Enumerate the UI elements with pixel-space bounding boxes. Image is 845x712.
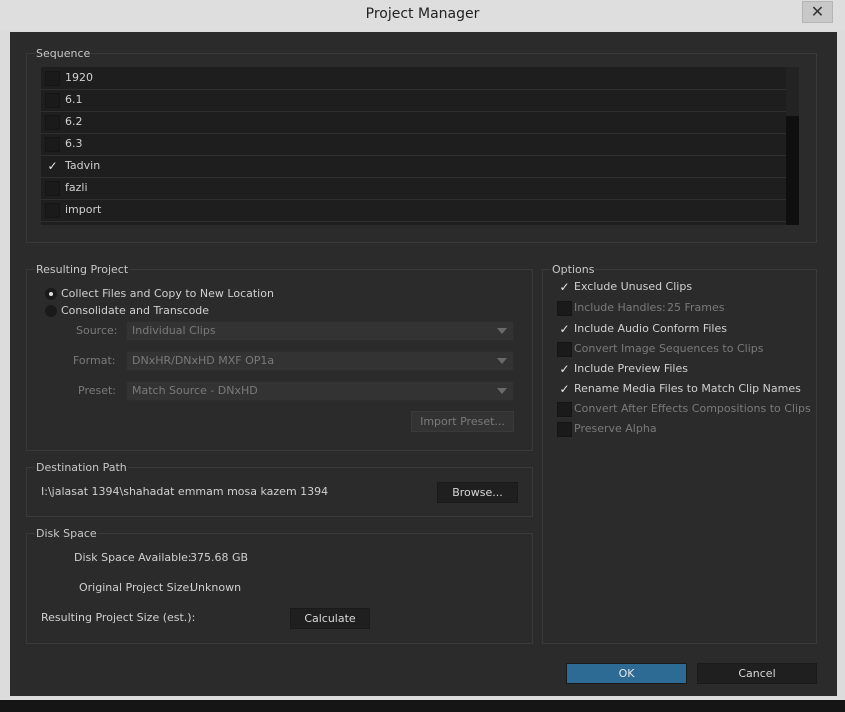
collect-label: Collect Files and Copy to New Location [61, 287, 274, 300]
sequence-label: Tadvin [65, 159, 101, 172]
destination-title: Destination Path [35, 461, 128, 474]
disk-available-label: Disk Space Available: [74, 551, 192, 564]
sequence-scroll-thumb[interactable] [786, 116, 799, 225]
list-item[interactable]: import [41, 199, 786, 222]
chevron-down-icon [497, 328, 507, 334]
list-item[interactable]: 1920 [41, 67, 786, 90]
handles-value[interactable]: 25 Frames [667, 301, 725, 314]
original-size-label: Original Project Size: [79, 581, 193, 594]
sequence-label: import [65, 203, 102, 216]
sequence-label: fazli [65, 181, 88, 194]
source-value: Individual Clips [132, 324, 216, 337]
include-preview-label: Include Preview Files [574, 362, 688, 375]
sequence-checkbox[interactable] [45, 71, 60, 86]
include-audio-conform-checkbox[interactable]: ✓ [557, 322, 572, 337]
preset-label: Preset: [78, 384, 117, 397]
convert-after-effects-checkbox[interactable] [557, 402, 572, 417]
preserve-alpha-label: Preserve Alpha [574, 422, 657, 435]
list-item[interactable]: ✓ Tadvin [41, 155, 786, 178]
exclude-unused-checkbox[interactable]: ✓ [557, 280, 572, 295]
sequence-list: 1920 6.1 6.2 6.3 ✓ Tadvin fazli import [41, 67, 786, 225]
cancel-button[interactable]: Cancel [697, 663, 817, 684]
consolidate-radio[interactable] [45, 305, 57, 317]
chevron-down-icon [497, 358, 507, 364]
list-item[interactable]: fazli [41, 177, 786, 200]
sequence-label: 6.2 [65, 115, 83, 128]
sequence-checkbox-checked[interactable]: ✓ [45, 159, 60, 174]
sequence-checkbox[interactable] [45, 115, 60, 130]
sequence-title: Sequence [35, 47, 92, 60]
list-item[interactable]: 6.1 [41, 89, 786, 112]
import-preset-button[interactable]: Import Preset... [411, 411, 514, 432]
consolidate-label: Consolidate and Transcode [61, 304, 210, 317]
rename-media-checkbox[interactable]: ✓ [557, 382, 572, 397]
sequence-label: 6.1 [65, 93, 83, 106]
sequence-checkbox[interactable] [45, 137, 60, 152]
preserve-alpha-checkbox[interactable] [557, 422, 572, 437]
convert-image-sequences-checkbox[interactable] [557, 342, 572, 357]
preset-value: Match Source - DNxHD [132, 384, 258, 397]
list-item[interactable]: 6.3 [41, 133, 786, 156]
source-label: Source: [76, 324, 118, 337]
options-title: Options [551, 263, 596, 276]
calculate-button[interactable]: Calculate [290, 608, 370, 629]
include-handles-label: Include Handles: [574, 301, 666, 314]
format-dropdown[interactable]: DNxHR/DNxHD MXF OP1a [126, 351, 514, 371]
sequence-checkbox[interactable] [45, 181, 60, 196]
original-size-value: Unknown [190, 581, 242, 594]
rename-media-label: Rename Media Files to Match Clip Names [574, 382, 801, 395]
preset-dropdown[interactable]: Match Source - DNxHD [126, 381, 514, 401]
include-preview-checkbox[interactable]: ✓ [557, 362, 572, 377]
include-audio-conform-label: Include Audio Conform Files [574, 322, 727, 335]
browse-button[interactable]: Browse... [437, 482, 518, 503]
chevron-down-icon [497, 388, 507, 394]
resulting-project-title: Resulting Project [35, 263, 130, 276]
sequence-label: 6.3 [65, 137, 83, 150]
format-value: DNxHR/DNxHD MXF OP1a [132, 354, 275, 367]
exclude-unused-label: Exclude Unused Clips [574, 280, 693, 293]
destination-path: I:\jalasat 1394\shahadat emmam mosa kaze… [41, 485, 329, 498]
include-handles-checkbox[interactable] [557, 301, 572, 316]
sequence-checkbox[interactable] [45, 203, 60, 218]
sequence-label: 1920 [65, 71, 93, 84]
ok-button[interactable]: OK [566, 663, 687, 684]
disk-space-title: Disk Space [35, 527, 98, 540]
convert-after-effects-label: Convert After Effects Compositions to Cl… [574, 402, 811, 415]
format-label: Format: [73, 354, 116, 367]
collect-radio[interactable] [45, 288, 57, 300]
sequence-checkbox[interactable] [45, 93, 60, 108]
convert-image-sequences-label: Convert Image Sequences to Clips [574, 342, 764, 355]
resulting-size-label: Resulting Project Size (est.): [41, 611, 196, 624]
close-button[interactable]: ✕ [802, 1, 833, 23]
close-icon: ✕ [810, 2, 825, 21]
list-item[interactable]: 6.2 [41, 111, 786, 134]
source-dropdown[interactable]: Individual Clips [126, 321, 514, 341]
window-title: Project Manager [365, 6, 480, 22]
disk-available-value: 375.68 GB [190, 551, 249, 564]
